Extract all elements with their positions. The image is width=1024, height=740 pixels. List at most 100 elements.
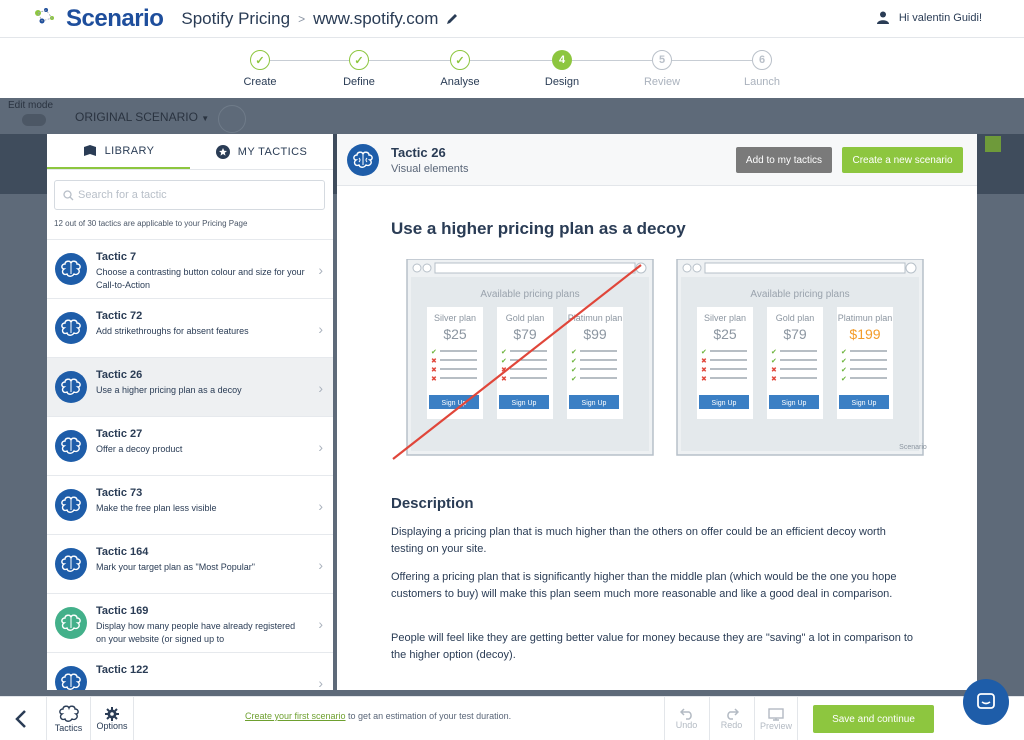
plan-price: $25 [443,326,467,342]
tactic-title: Tactic 164 [96,546,149,558]
library-icon [83,145,96,156]
plan-name: Gold plan [776,313,815,323]
check-icon: ✔ [571,357,577,365]
chevron-right-icon: › [318,557,323,573]
applicable-count: 12 out of 30 tactics are applicable to y… [54,219,248,228]
address-bar [434,262,636,274]
check-icon: ✔ [501,357,507,365]
tactic-title: Tactic 7 [96,251,137,263]
step-number: 4 [552,50,572,70]
step-label: Launch [743,76,781,88]
cross-icon: ✖ [431,375,437,383]
tactic-item[interactable]: Tactic 72 Add strikethroughs for absent f… [47,298,333,357]
check-icon: ✔ [701,348,707,356]
plan-price: $79 [783,326,807,342]
watermark: Scenario [899,444,927,451]
tab-library[interactable]: LIBRARY [47,134,190,169]
plan-price: $199 [849,326,880,342]
create-scenario-link[interactable]: Create your first scenario [245,711,346,721]
add-to-my-tactics-button[interactable]: Add to my tactics [736,147,832,173]
tactic-title: Tactic 122 [96,664,149,676]
step-design[interactable]: 4 Design [532,50,592,88]
check-icon: ✔ [571,375,577,383]
address-bar [704,262,906,274]
detail-header: Tactic 26 Visual elements Add to my tact… [337,134,977,186]
edit-mode-toggle[interactable] [22,114,46,126]
site-url[interactable]: www.spotify.com [313,9,438,29]
brain-icon [55,430,87,462]
tactic-item[interactable]: Tactic 169 Display how many people have a… [47,593,333,652]
undo-icon [679,708,692,720]
save-and-continue-button[interactable]: Save and continue [813,705,934,733]
pencil-icon[interactable] [445,12,459,26]
estimation-hint: Create your first scenario to get an est… [245,711,511,721]
tactic-title: Tactic 169 [96,605,149,617]
edit-mode-label: Edit mode [8,100,54,111]
logo[interactable]: Scenario [32,5,164,33]
detail-category: Visual elements [391,162,469,175]
plans-title: Available pricing plans [480,289,579,300]
description-heading: Description [391,495,474,512]
decoy-illustration: Available pricing plans Silver plan $25 ✔ ✖ ✖… [392,259,927,460]
back-icon [412,263,422,273]
cross-icon: ✖ [501,375,507,383]
step-review[interactable]: 5 Review [632,50,692,88]
forward-icon [692,263,702,273]
tactic-title: Tactic 72 [96,310,143,322]
preview-button[interactable]: Preview [754,697,798,740]
step-define[interactable]: ✓ Define [329,50,389,88]
check-icon: ✓ [250,50,270,70]
top-bar: Scenario Spotify Pricing > www.spotify.c… [0,0,1024,38]
step-launch[interactable]: 6 Launch [732,50,792,88]
options-button-label: Options [96,721,128,731]
search-input[interactable] [78,189,308,201]
tactic-item[interactable]: Tactic 26 Use a higher pricing plan as a … [47,357,333,416]
description-paragraph-3: People will feel like they are getting b… [391,632,914,661]
check-icon: ✔ [841,375,847,383]
tactics-button[interactable]: Tactics [46,697,90,740]
options-button[interactable]: Options [90,697,134,740]
step-label: Create [243,76,277,88]
tactic-item[interactable]: Tactic 7 Choose a contrasting button colo… [47,239,333,298]
check-icon: ✔ [571,348,577,356]
undo-button[interactable]: Undo [664,697,708,740]
redo-button[interactable]: Redo [709,697,753,740]
estimation-hint-text: to get an estimation of your test durati… [345,711,512,721]
plans-title: Available pricing plans [750,289,849,300]
tactic-title: Tactic 27 [96,428,143,440]
tactic-item[interactable]: Tactic 73 Make the free plan less visible… [47,475,333,534]
plan-price: $79 [513,326,537,342]
collapse-button[interactable] [985,136,1001,152]
tactics-panel: LIBRARY MY TACTICS 12 out of 30 tactics … [47,134,333,690]
gear-icon [105,707,119,721]
search-box [54,180,325,210]
create-scenario-button[interactable]: Create a new scenario [842,147,963,173]
chat-launcher[interactable] [963,679,1009,725]
scenario-select[interactable]: ORIGINAL SCENARIO ▼ [75,110,209,124]
tactics-tabs: LIBRARY MY TACTICS [47,134,333,170]
step-create[interactable]: ✓ Create [230,50,290,88]
close-icon [905,262,917,274]
check-icon: ✓ [450,50,470,70]
brain-icon [55,666,87,690]
add-scenario-button[interactable] [218,105,246,133]
brain-icon [55,371,87,403]
tactic-description: Choose a contrasting button colour and s… [96,267,305,290]
chevron-left-icon[interactable] [14,709,28,729]
tactic-item[interactable]: Tactic 122 › [47,652,333,690]
tab-my-tactics[interactable]: MY TACTICS [190,134,333,169]
step-analyse[interactable]: ✓ Analyse [430,50,490,88]
tactic-description: Offer a decoy product [96,444,183,454]
chevron-right-icon: › [318,498,323,514]
user-greeting: Hi valentin Guidi! [898,11,982,24]
tab-library-label: LIBRARY [104,144,155,157]
user-menu[interactable]: Hi valentin Guidi! [876,11,982,24]
plan-name: Silver plan [704,313,746,323]
tactic-item[interactable]: Tactic 27 Offer a decoy product › [47,416,333,475]
check-icon: ✔ [841,366,847,374]
check-icon: ✔ [501,348,507,356]
undo-label: Undo [675,720,698,730]
tactic-item[interactable]: Tactic 164 Mark your target plan as "Most… [47,534,333,593]
cross-icon: ✖ [771,375,777,383]
project-name[interactable]: Spotify Pricing [181,9,290,29]
